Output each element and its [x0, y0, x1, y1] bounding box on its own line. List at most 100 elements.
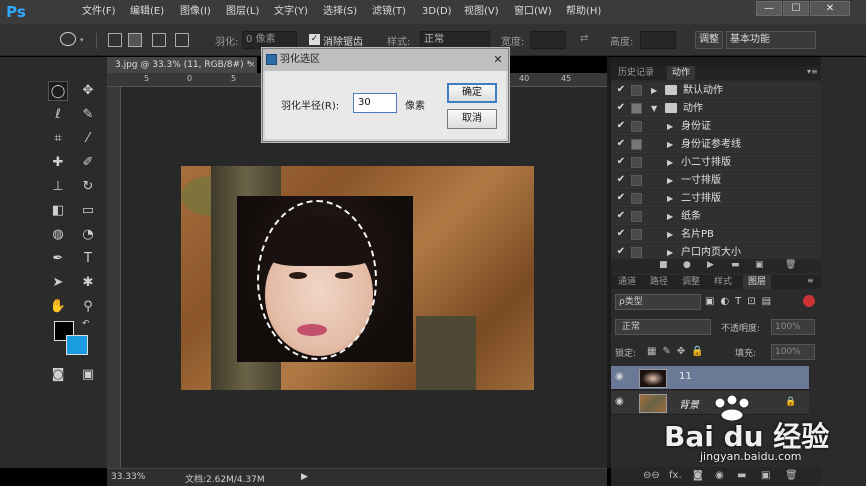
check-icon[interactable]: ✔: [615, 84, 627, 96]
check-icon[interactable]: ✔: [615, 120, 627, 132]
check-icon[interactable]: ✔: [615, 228, 627, 240]
dialog-close-icon[interactable]: ✕: [491, 53, 505, 67]
dialog-toggle-box[interactable]: [631, 247, 642, 258]
dialog-toggle-box[interactable]: [631, 85, 642, 96]
check-icon[interactable]: ✔: [615, 192, 627, 204]
layer-filter-select[interactable]: ρ类型: [615, 294, 701, 310]
dialog-toggle-box[interactable]: [631, 175, 642, 186]
lock-icons[interactable]: ▦✎✥🔒: [647, 346, 710, 357]
menu-layer[interactable]: 图层(L): [226, 4, 259, 20]
crop-tool-icon[interactable]: ⌗: [48, 129, 68, 149]
new-action-icon[interactable]: ▣: [755, 260, 764, 270]
dodge-tool-icon[interactable]: ◔: [78, 225, 98, 245]
lasso-tool-icon[interactable]: ℓ: [48, 105, 68, 125]
tab-actions[interactable]: 动作: [667, 66, 696, 80]
feather-radius-input[interactable]: 30: [353, 93, 397, 113]
new-selection-icon[interactable]: [108, 33, 122, 47]
swap-icon[interactable]: ⇄: [580, 33, 588, 44]
fill-field[interactable]: 100%: [771, 344, 815, 360]
maximize-icon[interactable]: ☐: [783, 1, 809, 16]
status-menu-icon[interactable]: ▶: [301, 472, 308, 482]
menu-file[interactable]: 文件(F): [82, 4, 116, 20]
menu-3d[interactable]: 3D(D): [422, 4, 452, 20]
history-brush-tool-icon[interactable]: ↻: [78, 177, 98, 197]
stamp-tool-icon[interactable]: ⊥: [48, 177, 68, 197]
quick-select-tool-icon[interactable]: ✎: [78, 105, 98, 125]
action-row[interactable]: ✔ ▶ 一寸排版: [611, 172, 821, 189]
height-field[interactable]: [640, 31, 676, 49]
hand-tool-icon[interactable]: ✋: [48, 297, 68, 317]
feather-field[interactable]: 0 像素: [242, 31, 297, 49]
stop-icon[interactable]: ■: [659, 260, 668, 270]
eraser-tool-icon[interactable]: ◧: [48, 201, 68, 221]
menu-image[interactable]: 图像(I): [180, 4, 211, 20]
action-row[interactable]: ✔ ▶ 二寸排版: [611, 190, 821, 207]
menu-view[interactable]: 视图(V): [464, 4, 499, 20]
expand-arrow-icon[interactable]: ▶: [667, 246, 673, 259]
shape-tool-icon[interactable]: ✱: [78, 273, 98, 293]
cancel-button[interactable]: 取消: [447, 109, 497, 129]
menu-select[interactable]: 选择(S): [323, 4, 357, 20]
action-row[interactable]: ✔ ▶ 身份证: [611, 118, 821, 135]
trash-icon[interactable]: 🗑: [785, 260, 796, 270]
style-select[interactable]: 正常: [420, 31, 490, 49]
tab-styles[interactable]: 样式: [709, 275, 737, 289]
zoom-level[interactable]: 33.33%: [111, 472, 145, 482]
new-set-icon[interactable]: ▬: [731, 260, 740, 270]
expand-arrow-icon[interactable]: ▶: [667, 156, 673, 169]
swap-colors-icon[interactable]: ↶: [82, 319, 90, 329]
layer-name[interactable]: 11: [679, 371, 692, 382]
action-row[interactable]: ✔ ▶ 小二寸排版: [611, 154, 821, 171]
antialias-checkbox[interactable]: ✓: [309, 34, 320, 45]
dialog-toggle-box[interactable]: [631, 139, 642, 150]
link-layers-icon[interactable]: ⊖⊖: [643, 470, 660, 481]
menu-filter[interactable]: 滤镜(T): [372, 4, 406, 20]
check-icon[interactable]: ✔: [615, 138, 627, 150]
pen-tool-icon[interactable]: ✒: [48, 249, 68, 269]
ok-button[interactable]: 确定: [447, 83, 497, 103]
width-field[interactable]: [530, 31, 566, 49]
tab-paths[interactable]: 路径: [645, 275, 673, 289]
marquee-tool-icon[interactable]: ◯: [48, 81, 68, 101]
panel-collapse-bar[interactable]: [611, 57, 821, 66]
document-close-icon[interactable]: ×: [248, 57, 256, 73]
tab-adjustments[interactable]: 调整: [677, 275, 705, 289]
dialog-toggle-box[interactable]: [631, 211, 642, 222]
close-icon[interactable]: ✕: [810, 1, 850, 16]
action-row[interactable]: ✔ ▶ 纸条: [611, 208, 821, 225]
opacity-field[interactable]: 100%: [771, 319, 815, 335]
panel-menu-icon[interactable]: ≡: [807, 276, 814, 285]
move-tool-icon[interactable]: ✥: [78, 81, 98, 101]
expand-arrow-icon[interactable]: ▶: [667, 138, 673, 151]
expand-arrow-icon[interactable]: ▶: [667, 210, 673, 223]
layer-row-selected[interactable]: ◉ 11: [611, 366, 809, 390]
expand-arrow-icon[interactable]: ▶: [651, 84, 657, 97]
filter-toggle-icon[interactable]: [803, 295, 815, 307]
menu-edit[interactable]: 编辑(E): [130, 4, 164, 20]
dialog-toggle-box[interactable]: [631, 121, 642, 132]
elliptical-selection[interactable]: [257, 200, 377, 360]
dialog-toggle-box[interactable]: [631, 193, 642, 204]
expand-arrow-icon[interactable]: ▶: [667, 192, 673, 205]
zoom-tool-icon[interactable]: ⚲: [78, 297, 98, 317]
menu-type[interactable]: 文字(Y): [274, 4, 308, 20]
blur-tool-icon[interactable]: ◍: [48, 225, 68, 245]
action-row[interactable]: ✔ ▶ 身份证参考线: [611, 136, 821, 153]
record-icon[interactable]: ●: [683, 260, 691, 270]
elliptical-marquee-icon[interactable]: [60, 32, 76, 46]
quick-mask-icon[interactable]: ◙: [48, 365, 68, 385]
expand-arrow-icon[interactable]: ▶: [667, 174, 673, 187]
new-layer-icon[interactable]: ▣: [761, 470, 770, 481]
visibility-eye-icon[interactable]: ◉: [615, 397, 629, 407]
tab-channels[interactable]: 通道: [613, 275, 641, 289]
panel-menu-icon[interactable]: ▾≡: [807, 67, 818, 76]
visibility-eye-icon[interactable]: ◉: [615, 372, 629, 382]
add-selection-icon[interactable]: [128, 33, 142, 47]
screen-mode-icon[interactable]: ▣: [78, 365, 98, 385]
healing-tool-icon[interactable]: ✚: [48, 153, 68, 173]
collapse-arrow-icon[interactable]: ▼: [651, 102, 657, 115]
check-icon[interactable]: ✔: [615, 156, 627, 168]
refine-edge-button[interactable]: 调整: [695, 31, 723, 49]
check-icon[interactable]: ✔: [615, 174, 627, 186]
expand-arrow-icon[interactable]: ▶: [667, 120, 673, 133]
